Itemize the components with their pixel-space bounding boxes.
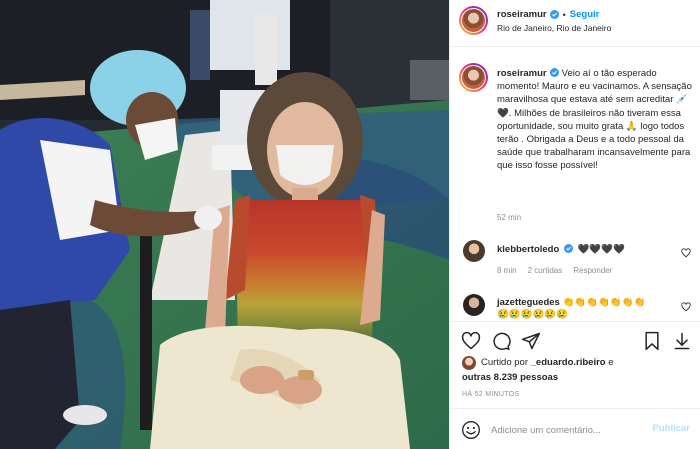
- post-timestamp[interactable]: HÁ 52 MINUTOS: [462, 391, 519, 398]
- comment-input[interactable]: [491, 421, 641, 439]
- caption-avatar[interactable]: [459, 63, 488, 92]
- author-username[interactable]: roseiramur: [497, 9, 547, 20]
- comment-icon[interactable]: [491, 331, 511, 351]
- caption-time[interactable]: 52 min: [497, 213, 521, 222]
- emoji-icon[interactable]: [461, 420, 481, 440]
- comment-text: 🖤🖤🖤🖤: [577, 244, 625, 255]
- comment-time[interactable]: 8 min: [497, 266, 517, 275]
- caption-username[interactable]: roseiramur: [497, 68, 547, 79]
- follow-button[interactable]: Seguir: [570, 9, 600, 20]
- likes-prefix: Curtido por: [481, 357, 528, 368]
- add-comment-bar: Publicar: [450, 408, 700, 449]
- publish-button[interactable]: Publicar: [653, 423, 691, 434]
- like-comment-heart-icon[interactable]: [681, 302, 691, 312]
- comment-meta: 8 min 2 curtidas Responder: [497, 266, 612, 275]
- comment-username[interactable]: jazetteguedes: [497, 297, 560, 308]
- likes-connector: e: [608, 357, 614, 368]
- likes-others[interactable]: outras 8.239 pessoas: [462, 372, 558, 383]
- vaccination-photo: [0, 0, 449, 449]
- post-header: roseiramur • Seguir Rio de Janeiro, Rio …: [450, 0, 700, 47]
- post-photo[interactable]: [0, 0, 449, 449]
- share-icon[interactable]: [521, 331, 541, 351]
- download-icon[interactable]: [672, 331, 692, 351]
- commenter-avatar[interactable]: [463, 240, 485, 262]
- like-comment-heart-icon[interactable]: [681, 248, 691, 258]
- author-line: roseiramur • Seguir: [497, 9, 599, 20]
- comment-username[interactable]: klebbertoledo: [497, 244, 559, 255]
- verified-icon: [549, 68, 559, 77]
- liker-username[interactable]: _eduardo.ribeiro: [531, 357, 606, 368]
- comment-likes[interactable]: 2 curtidas: [528, 266, 563, 275]
- bookmark-icon[interactable]: [642, 331, 662, 351]
- comment-body: jazetteguedes 👏👏👏👏👏👏👏 😢😢😢😢😢😢: [497, 297, 657, 320]
- comment-body: klebbertoledo 🖤🖤🖤🖤: [497, 244, 625, 255]
- heart-icon[interactable]: [461, 331, 481, 351]
- likes-others-count[interactable]: outras 8.239 pessoas: [462, 372, 558, 383]
- liker-avatar[interactable]: [462, 356, 476, 370]
- reply-button[interactable]: Responder: [573, 266, 612, 275]
- commenter-avatar[interactable]: [463, 294, 485, 316]
- caption-text: Veio aí o tão esperado momento! Mauro e …: [497, 68, 692, 172]
- verified-icon: [549, 10, 559, 19]
- post-caption: roseiramur Veio aí o tão esperado momento…: [497, 67, 693, 173]
- action-bar: [450, 321, 700, 360]
- likes-line: Curtido por _eduardo.ribeiro e: [481, 357, 614, 368]
- comments-area[interactable]: roseiramur Veio aí o tão esperado momento…: [450, 48, 700, 320]
- instagram-post: roseiramur • Seguir Rio de Janeiro, Rio …: [0, 0, 700, 449]
- post-side-panel: roseiramur • Seguir Rio de Janeiro, Rio …: [449, 0, 700, 449]
- author-avatar[interactable]: [459, 6, 488, 35]
- post-location[interactable]: Rio de Janeiro, Rio de Janeiro: [497, 23, 611, 33]
- separator-dot: •: [562, 9, 566, 20]
- verified-icon: [563, 244, 573, 253]
